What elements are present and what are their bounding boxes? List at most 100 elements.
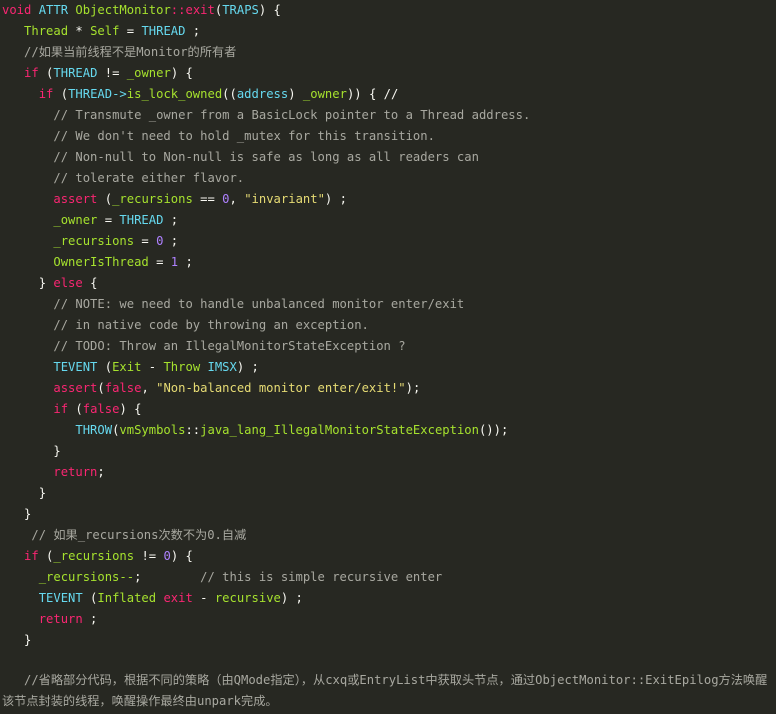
code-line: // Non-null to Non-null is safe as long … bbox=[2, 147, 774, 168]
code-token: ; bbox=[82, 612, 98, 626]
code-token: // We don't need to hold _mutex for this… bbox=[53, 129, 435, 143]
code-token: _owner bbox=[126, 66, 171, 80]
code-token: return bbox=[38, 612, 83, 626]
code-token: exit bbox=[163, 591, 193, 605]
code-line: return ; bbox=[2, 609, 774, 630]
code-line: assert (_recursions == 0, "invariant") ; bbox=[2, 189, 774, 210]
code-token: TEVENT bbox=[53, 360, 98, 374]
code-token: ; bbox=[163, 213, 179, 227]
code-token: "invariant" bbox=[244, 192, 325, 206]
code-line: // tolerate either flavor. bbox=[2, 168, 774, 189]
code-token: //如果当前线程不是Monitor的所有者 bbox=[24, 45, 237, 59]
code-token: // Transmute _owner from a BasicLock poi… bbox=[53, 108, 531, 122]
code-token: // NOTE: we need to handle unbalanced mo… bbox=[53, 297, 465, 311]
code-token: ) { bbox=[119, 402, 142, 416]
code-token: != bbox=[97, 66, 127, 80]
code-token: ( bbox=[97, 192, 113, 206]
code-token: ; bbox=[178, 255, 193, 269]
code-token: - bbox=[141, 360, 164, 374]
code-token: ObjectMonitor bbox=[75, 3, 171, 17]
code-token: , bbox=[141, 381, 157, 395]
code-token: assert bbox=[53, 192, 98, 206]
code-token: _recursions bbox=[112, 192, 193, 206]
code-line: } else { bbox=[2, 273, 774, 294]
code-token: _recursions-- bbox=[38, 570, 135, 584]
code-token: = bbox=[97, 213, 120, 227]
code-line: assert(false, "Non-balanced monitor ente… bbox=[2, 378, 774, 399]
code-token: TEVENT bbox=[38, 591, 83, 605]
code-line: // NOTE: we need to handle unbalanced mo… bbox=[2, 294, 774, 315]
code-token: Thread bbox=[24, 24, 69, 38]
code-token: TRAPS bbox=[222, 3, 259, 17]
code-token: != bbox=[134, 549, 164, 563]
code-line: OwnerIsThread = 1 ; bbox=[2, 252, 774, 273]
code-token: :: bbox=[185, 423, 201, 437]
code-token: - bbox=[192, 591, 215, 605]
code-token: ( bbox=[97, 381, 105, 395]
code-token: } bbox=[53, 444, 61, 458]
code-line: //如果当前线程不是Monitor的所有者 bbox=[2, 42, 774, 63]
code-line: // TODO: Throw an IllegalMonitorStateExc… bbox=[2, 336, 774, 357]
code-token: _recursions bbox=[53, 234, 135, 248]
code-token: } bbox=[24, 507, 32, 521]
code-token: ) bbox=[288, 87, 303, 101]
code-line: if (false) { bbox=[2, 399, 774, 420]
code-token: vmSymbols bbox=[119, 423, 186, 437]
code-token: } bbox=[38, 486, 47, 500]
code-token: THREAD bbox=[119, 213, 164, 227]
code-line: Thread * Self = THREAD ; bbox=[2, 21, 774, 42]
code-token: (( bbox=[222, 87, 237, 101]
code-token: ( bbox=[97, 360, 113, 374]
code-token: ) ; bbox=[324, 192, 347, 206]
code-token: _recursions bbox=[53, 549, 135, 563]
code-token: // this is simple recursive enter bbox=[200, 570, 443, 584]
code-line: } bbox=[2, 630, 774, 651]
code-token: ) { bbox=[170, 66, 193, 80]
code-token: if bbox=[38, 87, 54, 101]
code-token: else bbox=[53, 276, 83, 290]
code-token: = bbox=[119, 24, 142, 38]
code-line: if (_recursions != 0) { bbox=[2, 546, 774, 567]
code-line: _recursions--; // this is simple recursi… bbox=[2, 567, 774, 588]
code-token: ); bbox=[405, 381, 421, 395]
code-token: false bbox=[104, 381, 142, 395]
code-line: _owner = THREAD ; bbox=[2, 210, 774, 231]
code-line: } bbox=[2, 504, 774, 525]
code-token: Throw bbox=[163, 360, 201, 374]
code-token: ( bbox=[53, 87, 69, 101]
code-token: ) { bbox=[258, 3, 281, 17]
code-token: ()); bbox=[478, 423, 509, 437]
code-line: if (THREAD != _owner) { bbox=[2, 63, 774, 84]
code-line: // 如果_recursions次数不为0.自减 bbox=[2, 525, 774, 546]
code-token: = bbox=[148, 255, 171, 269]
code-token: IMSX bbox=[207, 360, 237, 374]
code-line: TEVENT (Inflated exit - recursive) ; bbox=[2, 588, 774, 609]
code-token: Exit bbox=[112, 360, 142, 374]
code-block: void ATTR ObjectMonitor::exit(TRAPS) { T… bbox=[2, 0, 774, 672]
code-token: Self bbox=[90, 24, 120, 38]
code-token: OwnerIsThread bbox=[53, 255, 149, 269]
code-token: { bbox=[82, 276, 98, 290]
code-token: // in native code by throwing an excepti… bbox=[53, 318, 369, 332]
